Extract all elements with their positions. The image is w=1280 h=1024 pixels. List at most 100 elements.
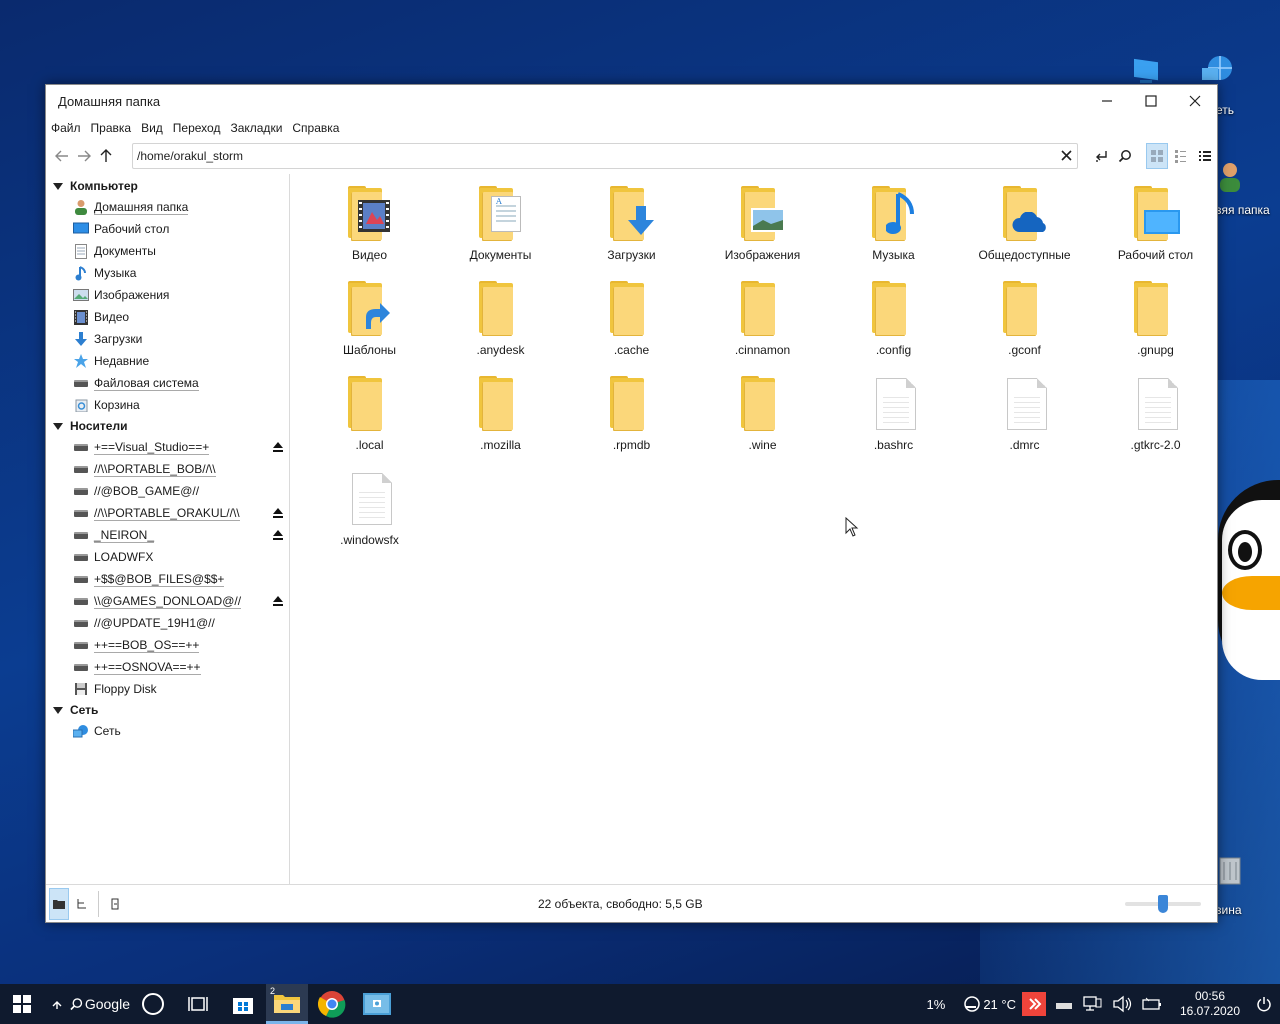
folder-item[interactable]: .gconf	[959, 281, 1090, 376]
sidebar-item-device[interactable]: //\\PORTABLE_ORAKUL//\\	[46, 502, 289, 524]
file-item[interactable]: .dmrc	[959, 376, 1090, 471]
sidebar-item-device[interactable]: \\@GAMES_DONLOAD@//	[46, 590, 289, 612]
location-input[interactable]	[137, 149, 1055, 163]
zoom-slider[interactable]	[1125, 895, 1201, 913]
location-bar[interactable]	[132, 143, 1078, 169]
folder-item[interactable]: .gnupg	[1090, 281, 1221, 376]
folder-item[interactable]: Рабочий стол	[1090, 186, 1221, 281]
menu-go[interactable]: Переход	[173, 121, 228, 135]
sidebar-item-trash[interactable]: Корзина	[46, 394, 289, 416]
sidebar-item-device[interactable]: Floppy Disk	[46, 678, 289, 700]
menu-view[interactable]: Вид	[141, 121, 170, 135]
sidebar-item-network[interactable]: Сеть	[46, 720, 289, 742]
menu-help[interactable]: Справка	[292, 121, 346, 135]
chrome-app-button[interactable]	[308, 984, 356, 1024]
menu-bookmarks[interactable]: Закладки	[230, 121, 289, 135]
sidebar-item-device[interactable]: +==Visual_Studio==+	[46, 436, 289, 458]
search-google-button[interactable]: Google	[70, 984, 130, 1024]
sidebar-item-downloads[interactable]: Загрузки	[46, 328, 289, 350]
folder-item[interactable]: Изображения	[697, 186, 828, 281]
sidebar-item-device[interactable]: //@UPDATE_19H1@//	[46, 612, 289, 634]
folder-item[interactable]: .rpmdb	[566, 376, 697, 471]
file-item[interactable]: .windowsfx	[304, 471, 435, 566]
sidebar-item-desktop[interactable]: Рабочий стол	[46, 218, 289, 240]
task-view-button[interactable]	[176, 984, 220, 1024]
task-view-circle-button[interactable]	[130, 984, 176, 1024]
drive-tray-icon[interactable]	[1054, 997, 1074, 1011]
eject-icon[interactable]	[272, 441, 284, 453]
eject-icon[interactable]	[272, 529, 284, 541]
menu-file[interactable]: Файл	[51, 121, 88, 135]
toggle-location-button[interactable]	[1090, 143, 1112, 169]
eject-icon[interactable]	[272, 595, 284, 607]
sidebar-item-device[interactable]: +$$@BOB_FILES@$$+	[46, 568, 289, 590]
maximize-button[interactable]	[1129, 85, 1173, 117]
weather-temp[interactable]: 21 °C	[983, 997, 1016, 1012]
folder-item[interactable]: .mozilla	[435, 376, 566, 471]
store-app-button[interactable]	[220, 984, 266, 1024]
folder-item[interactable]: .cache	[566, 281, 697, 376]
search-button[interactable]	[1114, 143, 1136, 169]
clear-location-button[interactable]	[1055, 148, 1077, 165]
show-places-button[interactable]	[49, 887, 69, 920]
list-view-button[interactable]	[1194, 143, 1216, 169]
anydesk-tray-icon[interactable]	[1022, 992, 1046, 1016]
eject-icon[interactable]	[272, 507, 284, 519]
power-icon[interactable]	[1256, 996, 1272, 1012]
menu-edit[interactable]: Правка	[91, 121, 139, 135]
folder-item[interactable]: .config	[828, 281, 959, 376]
sidebar-item-pictures[interactable]: Изображения	[46, 284, 289, 306]
show-tree-button[interactable]	[72, 888, 92, 920]
section-header: Компьютер	[70, 179, 138, 193]
folder-item[interactable]: .local	[304, 376, 435, 471]
up-button[interactable]	[95, 144, 117, 168]
file-item[interactable]: .bashrc	[828, 376, 959, 471]
folder-item[interactable]: Музыка	[828, 186, 959, 281]
files-app-button[interactable]: 2	[266, 984, 308, 1024]
show-hidden-icons-button[interactable]	[44, 984, 70, 1024]
file-view[interactable]: Видео A Документы Загрузки Изображения Музыка…	[291, 174, 1217, 884]
weather-icon[interactable]	[963, 995, 981, 1013]
start-button[interactable]	[0, 984, 44, 1024]
folder-item[interactable]: .anydesk	[435, 281, 566, 376]
sidebar-item-documents[interactable]: Документы	[46, 240, 289, 262]
sidebar-section-computer[interactable]: Компьютер	[46, 176, 289, 196]
sidebar-section-devices[interactable]: Носители	[46, 416, 289, 436]
sidebar-item-music[interactable]: Музыка	[46, 262, 289, 284]
sidebar-item-device[interactable]: LOADWFX	[46, 546, 289, 568]
sidebar-item-home[interactable]: Домашняя папка	[46, 196, 289, 218]
folder-item[interactable]: A Документы	[435, 186, 566, 281]
sidebar-item-device[interactable]: ++==BOB_OS==++	[46, 634, 289, 656]
folder-item[interactable]: Загрузки	[566, 186, 697, 281]
close-button[interactable]	[1173, 85, 1217, 117]
compact-view-button[interactable]	[1170, 143, 1192, 169]
folder-item[interactable]: .wine	[697, 376, 828, 471]
forward-button[interactable]	[73, 144, 95, 168]
file-item[interactable]: .gtkrc-2.0	[1090, 376, 1221, 471]
volume-icon[interactable]	[1112, 995, 1132, 1013]
screenshot-app-button[interactable]	[356, 984, 398, 1024]
clock[interactable]: 00:56 16.07.2020	[1168, 989, 1252, 1019]
sidebar-item-recent[interactable]: Недавние	[46, 350, 289, 372]
battery-icon[interactable]	[1142, 997, 1162, 1011]
toggle-sidebar-button[interactable]	[105, 888, 125, 920]
minimize-button[interactable]	[1085, 85, 1129, 117]
titlebar[interactable]: Домашняя папка	[46, 85, 1217, 117]
icon-view-button[interactable]	[1146, 143, 1168, 169]
desktop-trash-icon[interactable]: зина	[1216, 852, 1280, 917]
folder-item[interactable]: .cinnamon	[697, 281, 828, 376]
sidebar-item-video[interactable]: Видео	[46, 306, 289, 328]
sidebar-item-device[interactable]: //\\PORTABLE_BOB//\\	[46, 458, 289, 480]
zoom-slider-handle[interactable]	[1158, 895, 1168, 913]
sidebar-item-device[interactable]: _NEIRON_	[46, 524, 289, 546]
folder-item[interactable]: Видео	[304, 186, 435, 281]
network-tray-icon[interactable]	[1082, 995, 1102, 1013]
sidebar-section-network[interactable]: Сеть	[46, 700, 289, 720]
back-button[interactable]	[51, 144, 73, 168]
folder-item[interactable]: Общедоступные	[959, 186, 1090, 281]
desktop-home-icon[interactable]: зяя папка	[1216, 160, 1280, 217]
sidebar-item-filesystem[interactable]: Файловая система	[46, 372, 289, 394]
folder-item[interactable]: Шаблоны	[304, 281, 435, 376]
sidebar-item-device[interactable]: //@BOB_GAME@//	[46, 480, 289, 502]
sidebar-item-device[interactable]: ++==OSNOVA==++	[46, 656, 289, 678]
